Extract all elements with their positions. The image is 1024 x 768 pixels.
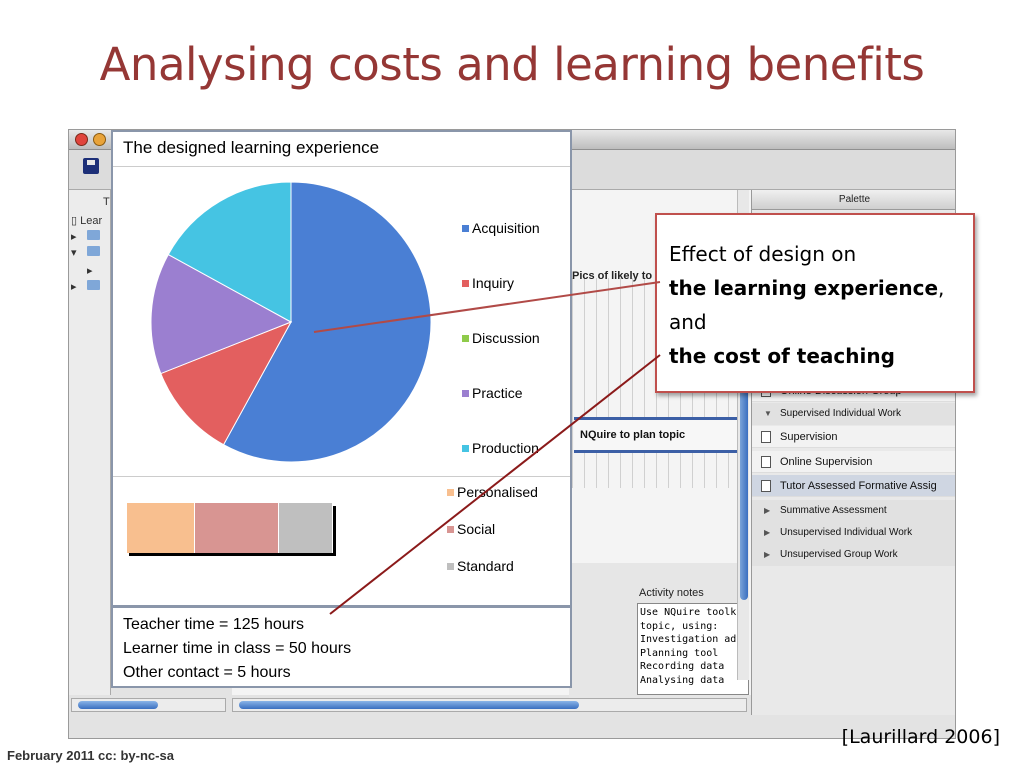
legend-item-practice: Practice [462, 385, 523, 401]
palette-item[interactable]: Tutor Assessed Formative Assig [752, 475, 955, 497]
legend-swatch [462, 390, 469, 397]
close-window-button[interactable] [75, 133, 88, 146]
canvas-activity-label: Pics of likely to [572, 270, 653, 282]
legend-swatch [447, 526, 454, 533]
legend-label: Acquisition [472, 220, 540, 236]
time-summary-box: Teacher time = 125 hours Learner time in… [111, 606, 572, 688]
document-icon: ▯ [71, 215, 78, 227]
legend-swatch [447, 563, 454, 570]
palette-item[interactable]: ▼ Supervised Individual Work [752, 403, 955, 425]
pie-chart [150, 181, 432, 463]
palette-item[interactable]: ▶ Unsupervised Individual Work [752, 522, 955, 544]
divider [113, 166, 570, 167]
callout-line: and [669, 310, 707, 334]
teacher-time: Teacher time = 125 hours [123, 616, 304, 633]
callout-emphasis: the learning experience [669, 276, 939, 300]
legend-item-inquiry: Inquiry [462, 275, 514, 291]
footer-license: February 2011 cc: by-nc-sa [7, 748, 174, 763]
palette-item-label: Supervision [780, 431, 838, 443]
bar-segment-social [194, 503, 280, 553]
legend-swatch [462, 280, 469, 287]
expand-arrow-icon[interactable]: ▶ [764, 544, 770, 566]
legend-label: Social [457, 521, 496, 537]
minimize-window-button[interactable] [93, 133, 106, 146]
expand-arrow-icon[interactable]: ▸ [71, 281, 77, 293]
legend-label: Practice [472, 385, 523, 401]
chart-title: The designed learning experience [123, 138, 380, 157]
palette-item-label: Online Supervision [780, 456, 873, 468]
palette-item[interactable]: Supervision [752, 426, 955, 448]
tree-item[interactable]: ▸ [87, 264, 93, 278]
legend-label: Inquiry [472, 275, 515, 291]
palette-item[interactable]: Online Supervision [752, 451, 955, 473]
activity-notes-panel: Activity notes Use NQuire toolk topic, u… [569, 563, 749, 698]
legend-label: Standard [457, 558, 514, 574]
task-label: NQuire to plan topic [580, 429, 686, 441]
divider [113, 476, 570, 477]
legend-swatch [447, 489, 454, 496]
palette-item[interactable]: ▶ Summative Assessment [752, 500, 955, 522]
callout-line: the learning experience, [669, 276, 945, 300]
legend-swatch [462, 445, 469, 452]
scroll-thumb[interactable] [239, 701, 579, 709]
legend-item-production: Production [462, 440, 539, 456]
bar-segment-standard [279, 503, 333, 553]
legend-label: Discussion [472, 330, 540, 346]
horizontal-scrollbar[interactable] [71, 698, 226, 712]
legend-item-acquisition: Acquisition [462, 220, 540, 236]
callout-line: Effect of design on [669, 242, 857, 266]
other-contact: Other contact = 5 hours [123, 664, 291, 681]
tree-header: T [103, 196, 110, 208]
document-icon [761, 480, 771, 492]
expand-arrow-icon[interactable]: ▶ [764, 500, 770, 522]
bar-segment-personalised [127, 503, 195, 553]
slide-title: Analysing costs and learning benefits [99, 38, 925, 91]
activity-notes-label: Activity notes [639, 587, 704, 599]
legend-item-standard: Standard [447, 558, 514, 574]
tree-item[interactable]: ▸ [71, 280, 100, 294]
folder-icon [86, 230, 100, 240]
activity-notes-textarea[interactable]: Use NQuire toolk topic, using: Investiga… [637, 603, 749, 695]
task-block[interactable]: NQuire to plan topic [574, 417, 737, 453]
callout-emphasis: the cost of teaching [669, 344, 895, 368]
legend-label: Personalised [457, 484, 538, 500]
palette-item-label: Tutor Assessed Formative Assig [780, 480, 937, 492]
scroll-thumb[interactable] [78, 701, 158, 709]
collapse-arrow-icon[interactable]: ▾ [71, 247, 77, 259]
palette-item-label: Unsupervised Individual Work [780, 527, 913, 538]
legend-swatch [462, 225, 469, 232]
expand-arrow-icon[interactable]: ▶ [764, 522, 770, 544]
learner-time: Learner time in class = 50 hours [123, 640, 352, 657]
bar-shadow [129, 553, 335, 556]
palette-item-label: Supervised Individual Work [780, 408, 901, 419]
callout-line: the cost of teaching [669, 339, 961, 373]
document-icon [761, 456, 771, 468]
tree-item[interactable]: ▾ [71, 246, 100, 260]
save-icon[interactable] [83, 158, 99, 174]
tree-item[interactable]: ▯ Lear [71, 214, 102, 228]
legend-label: Production [472, 440, 539, 456]
expand-arrow-icon[interactable]: ▸ [87, 265, 93, 277]
tree-panel: T ▯ Lear ▸ ▾ ▸ ▸ [69, 190, 111, 695]
legend-swatch [462, 335, 469, 342]
collapse-arrow-icon[interactable]: ▼ [764, 403, 772, 425]
palette-item-label: Unsupervised Group Work [780, 549, 898, 560]
palette-item[interactable]: ▶ Unsupervised Group Work [752, 544, 955, 566]
citation: [Laurillard 2006] [841, 726, 1000, 748]
callout-box: Effect of design on the learning experie… [655, 213, 975, 393]
document-icon [761, 431, 771, 443]
horizontal-scrollbar[interactable] [232, 698, 747, 712]
folder-icon [86, 246, 100, 256]
legend-item-discussion: Discussion [462, 330, 540, 346]
palette-item-label: Summative Assessment [780, 505, 887, 516]
folder-icon [86, 280, 100, 290]
legend-item-personalised: Personalised [447, 484, 538, 500]
legend-item-social: Social [447, 521, 495, 537]
learning-experience-chart-panel: The designed learning experience Acquisi… [111, 130, 572, 607]
expand-arrow-icon[interactable]: ▸ [71, 231, 77, 243]
tree-item[interactable]: ▸ [71, 230, 100, 244]
palette-title: Palette [752, 190, 955, 210]
